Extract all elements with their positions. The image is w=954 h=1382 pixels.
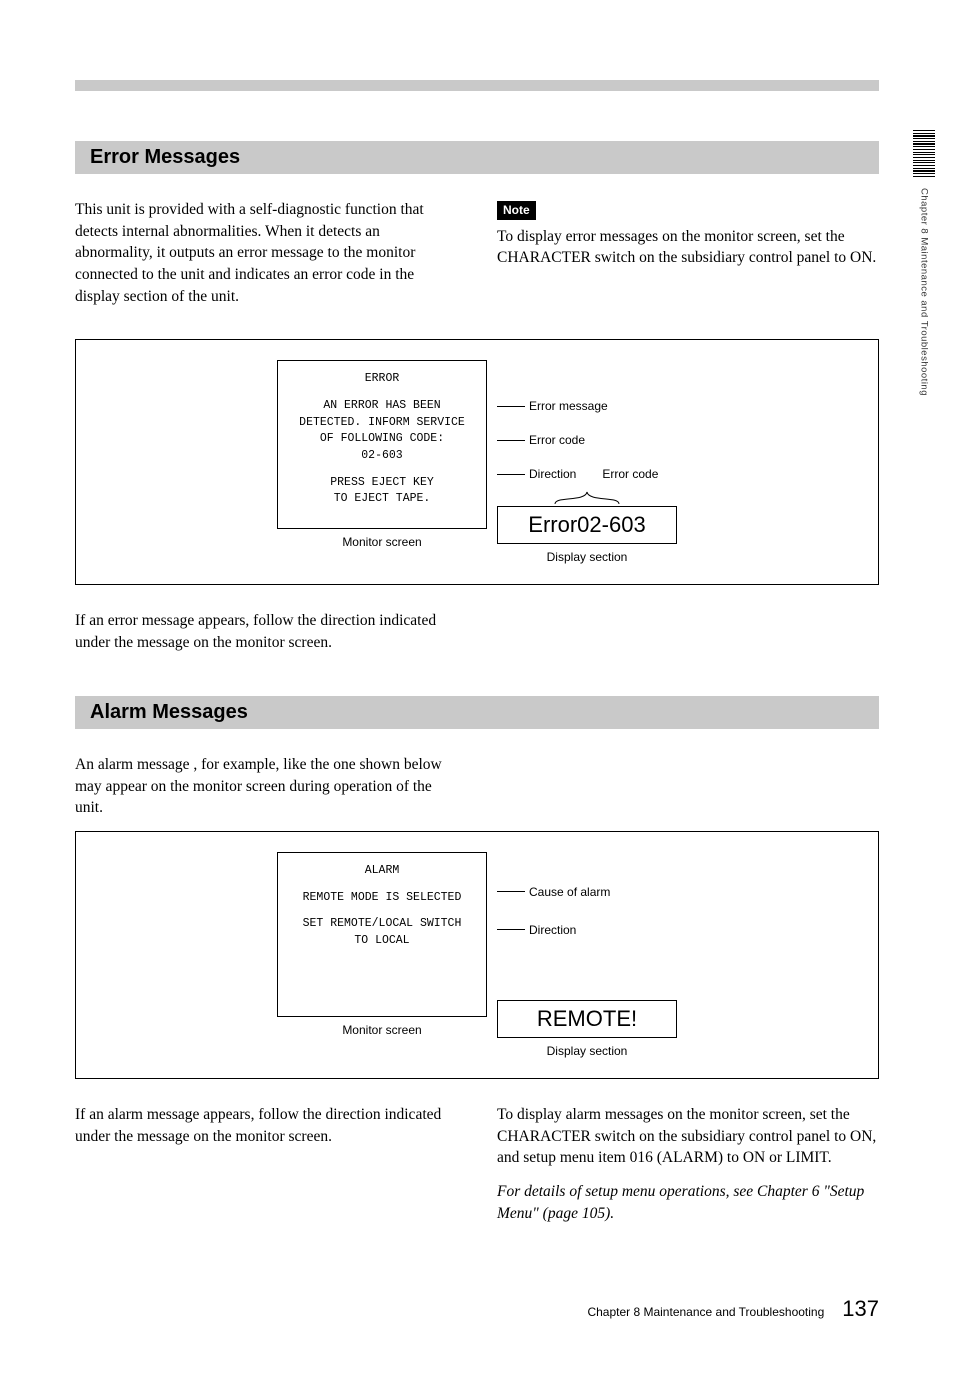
- annot-error-code-2: Error code: [602, 467, 658, 481]
- alarm-after-right: To display alarm messages on the monitor…: [497, 1104, 879, 1169]
- error-note-paragraph: To display error messages on the monitor…: [497, 226, 879, 269]
- display-caption: Display section: [547, 1044, 628, 1058]
- alarm-after-left: If an alarm message appears, follow the …: [75, 1104, 457, 1147]
- monitor-msg-line: DETECTED. INFORM SERVICE: [299, 415, 465, 432]
- footer-chapter: Chapter 8 Maintenance and Troubleshootin…: [587, 1305, 824, 1319]
- error-intro-paragraph: This unit is provided with a self-diagno…: [75, 199, 457, 307]
- monitor-caption: Monitor screen: [342, 535, 421, 549]
- monitor-direction-line: TO EJECT TAPE.: [330, 491, 434, 508]
- footer-page-number: 137: [842, 1296, 879, 1322]
- error-after-paragraph: If an error message appears, follow the …: [75, 610, 461, 653]
- error-messages-heading: Error Messages: [75, 141, 879, 174]
- display-caption: Display section: [547, 550, 628, 564]
- page-footer: Chapter 8 Maintenance and Troubleshootin…: [75, 1296, 879, 1322]
- monitor-direction-line: PRESS EJECT KEY: [330, 475, 434, 492]
- monitor-title: ALARM: [365, 863, 400, 880]
- alarm-figure-box: ALARM REMOTE MODE IS SELECTED SET REMOTE…: [75, 831, 879, 1079]
- annot-error-message: Error message: [529, 399, 608, 413]
- error-figure-box: ERROR AN ERROR HAS BEEN DETECTED. INFORM…: [75, 339, 879, 585]
- monitor-title: ERROR: [365, 371, 400, 388]
- alarm-intro-paragraph: An alarm message , for example, like the…: [75, 754, 461, 819]
- annot-error-code: Error code: [529, 433, 585, 447]
- monitor-caption: Monitor screen: [342, 1023, 421, 1037]
- monitor-direction-line: SET REMOTE/LOCAL SWITCH: [303, 916, 462, 933]
- error-monitor-screen: ERROR AN ERROR HAS BEEN DETECTED. INFORM…: [277, 360, 487, 529]
- alarm-display-section: REMOTE!: [497, 1000, 677, 1038]
- monitor-code: 02-603: [299, 448, 465, 465]
- alarm-messages-heading: Alarm Messages: [75, 696, 879, 729]
- monitor-cause-line: REMOTE MODE IS SELECTED: [303, 890, 462, 907]
- top-rule: [75, 80, 879, 91]
- annot-cause: Cause of alarm: [529, 885, 610, 899]
- note-badge: Note: [497, 201, 536, 220]
- alarm-monitor-screen: ALARM REMOTE MODE IS SELECTED SET REMOTE…: [277, 852, 487, 1017]
- brace-icon: [497, 490, 677, 506]
- annot-direction: Direction: [529, 467, 576, 481]
- monitor-msg-line: AN ERROR HAS BEEN: [299, 398, 465, 415]
- annot-direction: Direction: [529, 923, 576, 937]
- alarm-reference: For details of setup menu operations, se…: [497, 1181, 879, 1224]
- monitor-msg-line: OF FOLLOWING CODE:: [299, 431, 465, 448]
- error-display-section: Error02-603: [497, 506, 677, 544]
- page-content: Error Messages This unit is provided wit…: [0, 0, 954, 1382]
- monitor-direction-line: TO LOCAL: [303, 933, 462, 950]
